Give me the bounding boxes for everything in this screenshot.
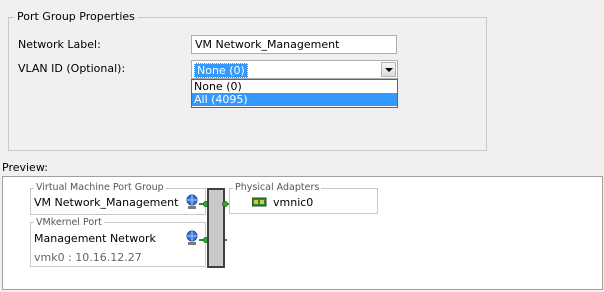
physical-adapters-title: Physical Adapters (233, 182, 322, 193)
vlan-id-dropdown-list: None (0) All (4095) (191, 79, 398, 108)
vswitch-block (207, 188, 225, 268)
vlan-option-none[interactable]: None (0) (192, 80, 397, 93)
vm-port-group-title: Virtual Machine Port Group (34, 182, 166, 193)
vlan-id-selected-value: None (0) (194, 63, 248, 78)
physical-adapter-vmnic0: vmnic0 (273, 196, 314, 209)
network-globe-icon (186, 230, 198, 245)
combo-arrow-icon[interactable] (381, 62, 396, 77)
vlan-id-label: VLAN ID (Optional): (18, 62, 126, 75)
vm-port-group-name: VM Network_Management (34, 196, 179, 209)
network-globe-icon (186, 194, 198, 209)
network-label-label: Network Label: (18, 38, 101, 51)
uplink-dot-left (222, 201, 228, 207)
vmkernel-port-name: Management Network (34, 232, 156, 245)
port-group-properties-title: Port Group Properties (14, 10, 138, 23)
vmkernel-ip: vmk0 : 10.16.12.27 (34, 251, 142, 264)
preview-label: Preview: (2, 161, 48, 174)
vlan-option-all[interactable]: All (4095) (192, 93, 397, 106)
vmkernel-port-title: VMkernel Port (34, 217, 104, 228)
network-label-input[interactable]: VM Network_Management (191, 35, 397, 54)
nic-card-icon (252, 197, 267, 207)
vlan-id-combobox[interactable]: None (0) (191, 60, 398, 79)
